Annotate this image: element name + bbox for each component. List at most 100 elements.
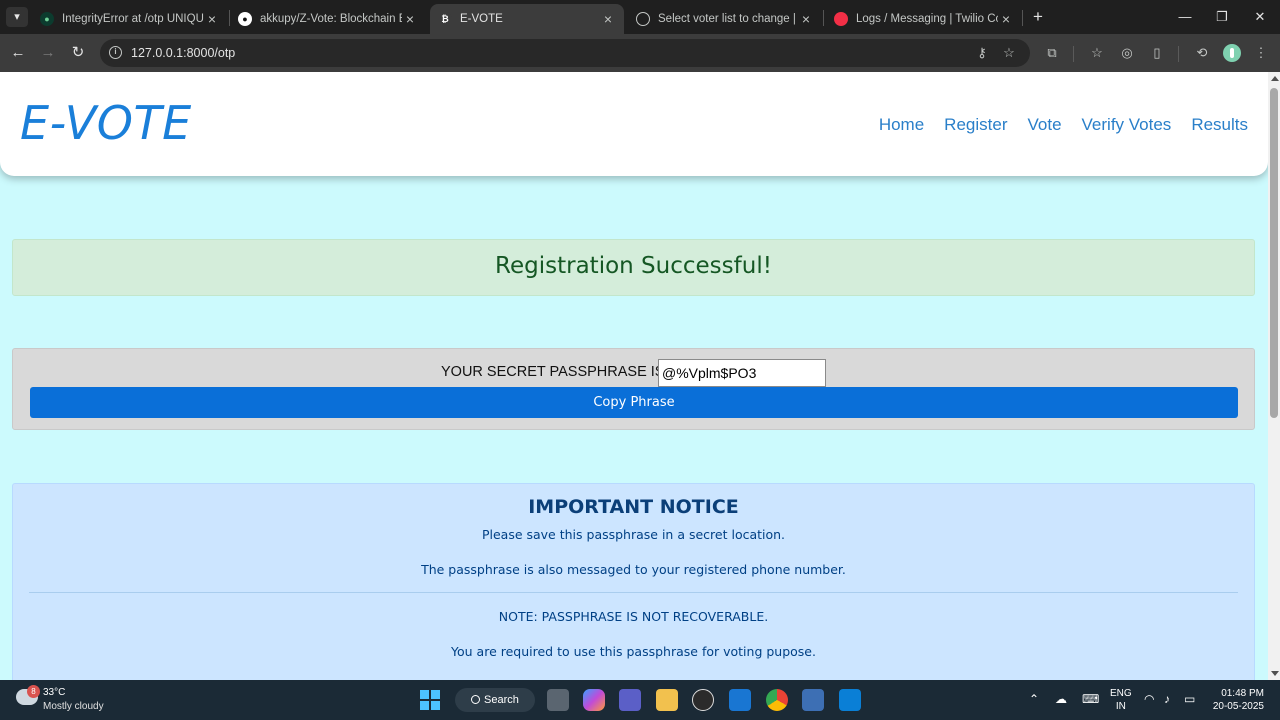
github-favicon-icon: ●	[238, 12, 252, 26]
address-bar[interactable]: i 127.0.0.1:8000/otp ⚷ ☆	[100, 39, 1030, 67]
site-header: E-VOTE Home Register Vote Verify Votes R…	[0, 72, 1268, 176]
battery-icon[interactable]: ▭	[1184, 692, 1195, 706]
tab-title: E-VOTE	[460, 13, 503, 25]
browser-tab-strip: ▾ ● IntegrityError at /otp UNIQUE c × ● …	[0, 0, 1280, 34]
restore-icon[interactable]: ❐	[1207, 6, 1237, 28]
copilot-icon[interactable]	[583, 689, 605, 711]
copy-phrase-button[interactable]: Copy Phrase	[30, 387, 1238, 418]
performance-icon[interactable]: ⟲	[1193, 45, 1211, 61]
url-text[interactable]: 127.0.0.1:8000/otp	[131, 46, 235, 60]
bookmarks-icon[interactable]: ☆	[1088, 45, 1106, 61]
clock-date: 20-05-2025	[1212, 701, 1264, 712]
teams-icon[interactable]	[619, 689, 641, 711]
menu-kebab-icon[interactable]: ⋮	[1252, 45, 1270, 61]
taskbar-search[interactable]: Search	[455, 688, 535, 712]
tab-github[interactable]: ● akkupy/Z-Vote: Blockchain Bas ×	[230, 4, 426, 34]
search-label: Search	[484, 694, 519, 706]
windows-start-icon[interactable]	[420, 690, 440, 710]
nav-register-link[interactable]: Register	[944, 115, 1007, 135]
site-info-icon[interactable]: i	[109, 46, 122, 59]
notice-line-sms: The passphrase is also messaged to your …	[421, 562, 846, 577]
remote-desktop-icon[interactable]	[802, 689, 824, 711]
notice-line-usage: You are required to use this passphrase …	[451, 644, 816, 659]
bitcoin-favicon-icon: ₿	[438, 12, 452, 26]
weather-temperature[interactable]: 33°C	[43, 687, 65, 698]
passphrase-label: YOUR SECRET PASSPHRASE IS :	[441, 364, 673, 380]
tab-title: Select voter list to change | Dja	[658, 13, 798, 25]
important-notice: IMPORTANT NOTICE Please save this passph…	[12, 483, 1255, 680]
site-nav: Home Register Vote Verify Votes Results	[879, 115, 1248, 135]
tab-integrity-error[interactable]: ● IntegrityError at /otp UNIQUE c ×	[32, 4, 228, 34]
tab-search-chevron-icon[interactable]: ▾	[6, 7, 28, 27]
weather-badge: 8	[27, 685, 40, 698]
task-view-icon[interactable]	[547, 689, 569, 711]
success-alert: Registration Successful!	[12, 239, 1255, 296]
back-arrow-icon[interactable]: ←	[8, 43, 28, 63]
passphrase-field[interactable]	[658, 359, 826, 387]
weather-description[interactable]: Mostly cloudy	[43, 701, 104, 712]
region-code: IN	[1115, 701, 1126, 712]
django-favicon-icon: ●	[40, 12, 54, 26]
notice-title: IMPORTANT NOTICE	[528, 496, 739, 518]
site-logo[interactable]: E-VOTE	[20, 96, 192, 150]
toolbar-divider	[1073, 46, 1074, 62]
tab-separator	[1022, 10, 1023, 26]
close-tab-icon[interactable]: ×	[204, 11, 220, 27]
tab-title: IntegrityError at /otp UNIQUE c	[62, 13, 204, 25]
minimize-icon[interactable]: —	[1170, 6, 1200, 28]
scrollbar-thumb[interactable]	[1270, 88, 1278, 418]
close-tab-icon[interactable]: ×	[998, 11, 1014, 27]
profile-avatar[interactable]	[1223, 44, 1241, 62]
close-tab-icon[interactable]: ×	[600, 11, 616, 27]
system-clock[interactable]: 01:48 PM 20-05-2025	[1208, 687, 1264, 713]
tab-twilio[interactable]: Logs / Messaging | Twilio Cons ×	[826, 4, 1022, 34]
wifi-icon[interactable]: ◠	[1144, 692, 1154, 706]
screenshot-icon[interactable]: ◎	[1118, 45, 1136, 61]
tab-title: Logs / Messaging | Twilio Cons	[856, 13, 998, 25]
notice-line-not-recoverable: NOTE: PASSPHRASE IS NOT RECOVERABLE.	[498, 609, 769, 624]
show-hidden-icons-chevron-icon[interactable]: ⌃	[1029, 692, 1039, 706]
nav-vote-link[interactable]: Vote	[1027, 115, 1061, 135]
page-scrollbar[interactable]	[1268, 72, 1280, 680]
reading-mode-icon[interactable]: ▯	[1148, 45, 1166, 61]
toolbar-divider	[1178, 46, 1179, 62]
new-tab-plus-icon[interactable]: +	[1028, 7, 1048, 27]
twilio-favicon-icon	[834, 12, 848, 26]
volume-icon[interactable]: ♪	[1164, 692, 1170, 706]
scroll-up-icon[interactable]	[1271, 76, 1279, 81]
extensions-puzzle-icon[interactable]: ⧉	[1043, 45, 1061, 61]
keyboard-icon[interactable]: ⌨	[1082, 692, 1099, 706]
vscode-icon[interactable]	[839, 689, 861, 711]
success-message: Registration Successful!	[495, 253, 772, 279]
nav-home-link[interactable]: Home	[879, 115, 924, 135]
tab-evote[interactable]: ₿ E-VOTE ×	[430, 4, 624, 34]
bookmark-star-icon[interactable]: ☆	[1001, 45, 1017, 61]
globe-favicon-icon	[636, 12, 650, 26]
tab-title: akkupy/Z-Vote: Blockchain Bas	[260, 13, 402, 25]
file-explorer-icon[interactable]	[656, 689, 678, 711]
search-icon	[471, 695, 480, 704]
windows-taskbar: 8 33°C Mostly cloudy Search ⌃ ☁ ⌨ ENG IN…	[0, 680, 1280, 720]
onedrive-icon[interactable]: ☁	[1055, 692, 1067, 706]
close-tab-icon[interactable]: ×	[402, 11, 418, 27]
store-icon[interactable]	[729, 689, 751, 711]
close-tab-icon[interactable]: ×	[798, 11, 814, 27]
tab-separator	[823, 10, 824, 26]
clock-time: 01:48 PM	[1221, 688, 1264, 699]
dell-icon[interactable]	[692, 689, 714, 711]
notice-divider	[29, 592, 1238, 593]
nav-results-link[interactable]: Results	[1191, 115, 1248, 135]
reload-icon[interactable]: ↻	[68, 43, 88, 63]
window-close-icon[interactable]: ✕	[1245, 6, 1275, 28]
page-viewport: E-VOTE Home Register Vote Verify Votes R…	[0, 72, 1280, 680]
password-key-icon[interactable]: ⚷	[974, 45, 990, 61]
language-code: ENG	[1110, 688, 1132, 699]
language-indicator[interactable]: ENG IN	[1110, 687, 1132, 713]
browser-toolbar: ← → ↻ i 127.0.0.1:8000/otp ⚷ ☆ ⧉ ☆ ◎ ▯ ⟲…	[0, 34, 1280, 72]
tab-voter-list[interactable]: Select voter list to change | Dja ×	[628, 4, 822, 34]
nav-verify-votes-link[interactable]: Verify Votes	[1082, 115, 1172, 135]
passphrase-panel: YOUR SECRET PASSPHRASE IS : Copy Phrase	[12, 348, 1255, 430]
forward-arrow-icon[interactable]: →	[38, 43, 58, 63]
chrome-icon[interactable]	[766, 689, 788, 711]
scroll-down-icon[interactable]	[1271, 671, 1279, 676]
